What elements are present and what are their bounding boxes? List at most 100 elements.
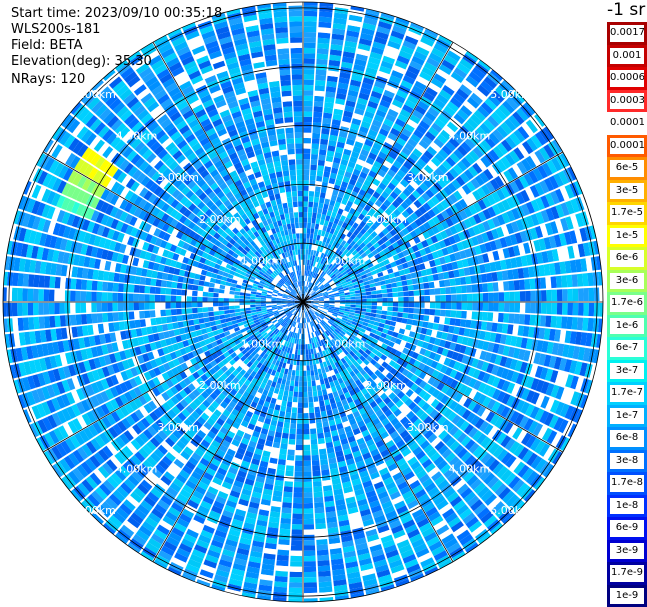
range-gate-cell [177, 321, 184, 328]
range-gate-cell [277, 464, 286, 471]
range-gate-cell [514, 302, 521, 313]
range-gate-cell [350, 299, 356, 302]
range-gate-cell [454, 318, 461, 327]
range-gate-cell [440, 295, 446, 302]
range-gate-cell [303, 148, 311, 154]
range-gate-cell [299, 328, 302, 334]
range-gate-cell [313, 111, 323, 118]
range-gate-cell [322, 117, 332, 125]
range-gate-cell [492, 312, 499, 322]
range-gate-cell [382, 306, 388, 311]
range-gate-cell [299, 333, 302, 339]
range-gate-cell [366, 302, 372, 306]
range-gate-cell [319, 192, 326, 199]
range-gate-cell [303, 386, 308, 392]
range-gate-cell [295, 370, 300, 376]
range-gate-cell [276, 469, 285, 476]
range-gate-cell [530, 290, 536, 302]
range-gate-cell [293, 487, 303, 493]
range-gate-cell [318, 16, 332, 23]
range-gate-cell [214, 315, 221, 321]
range-gate-cell [466, 302, 473, 311]
range-gate-cell [303, 100, 313, 107]
range-gate-cell [308, 402, 314, 408]
range-gate-cell [493, 292, 499, 302]
range-gate-cell [290, 545, 303, 551]
range-gate-cell [315, 186, 321, 193]
range-gate-cell [304, 21, 317, 27]
range-gate-cell [320, 410, 327, 417]
range-gate-cell [208, 316, 215, 322]
range-gate-cell [401, 318, 408, 324]
range-gate-cell [310, 438, 318, 445]
range-gate-cell [187, 314, 194, 320]
range-gate-cell [296, 423, 303, 430]
range-gate-cell [398, 302, 404, 307]
range-gate-cell [451, 302, 457, 310]
range-gate-cell [316, 549, 329, 556]
range-gate-cell [285, 465, 294, 472]
range-gate-cell [281, 432, 289, 439]
range-gate-cell [218, 310, 225, 315]
range-gate-cell [350, 296, 356, 300]
range-gate-cell [313, 117, 322, 123]
range-gate-cell [307, 343, 311, 350]
range-gate-cell [391, 287, 398, 293]
range-gate-cell [387, 292, 393, 298]
range-gate-cell [298, 338, 301, 345]
range-gate-cell [588, 303, 595, 317]
range-gate-cell [245, 310, 252, 314]
range-gate-cell [297, 402, 303, 408]
range-gate-cell [292, 508, 303, 514]
range-gate-cell [309, 364, 314, 371]
range-gate-cell [322, 479, 332, 487]
range-gate-cell [319, 405, 326, 412]
range-gate-cell [307, 222, 311, 229]
range-gate-cell [303, 111, 313, 117]
range-gate-cell [311, 148, 319, 155]
range-gate-cell [139, 319, 146, 328]
range-gate-cell [303, 540, 315, 546]
range-gate-cell [305, 259, 308, 266]
range-gate-cell [482, 302, 489, 312]
range-gate-cell [314, 95, 324, 102]
range-gate-cell [320, 383, 326, 390]
range-gate-cell [376, 306, 383, 310]
range-gate-cell [295, 450, 303, 456]
range-gate-cell [303, 196, 309, 202]
range-gate-cell [229, 309, 235, 314]
range-gate-cell [382, 297, 388, 302]
range-gate-cell [555, 316, 562, 329]
range-gate-cell [291, 407, 298, 413]
range-gate-cell [304, 270, 307, 276]
range-gate-cell [407, 313, 414, 319]
range-gate-cell [385, 315, 392, 321]
range-gate-cell [408, 302, 415, 308]
range-gate-cell [279, 448, 287, 455]
range-gate-cell [497, 281, 504, 292]
range-gate-cell [199, 323, 206, 329]
range-gate-cell [561, 275, 568, 288]
range-gate-cell [220, 318, 227, 324]
range-gate-cell [365, 308, 372, 313]
range-gate-cell [503, 313, 510, 323]
range-gate-cell [303, 222, 307, 228]
range-gate-cell [303, 169, 310, 176]
range-gate-cell [384, 319, 391, 325]
range-gate-cell [292, 364, 297, 371]
range-gate-cell [308, 396, 314, 403]
range-gate-cell [324, 399, 330, 406]
range-gate-cell [402, 285, 409, 292]
range-gate-cell [176, 315, 183, 322]
range-gate-cell [282, 496, 293, 503]
range-gate-cell [145, 318, 152, 327]
range-gate-cell [503, 291, 510, 302]
range-gate-cell [588, 287, 595, 301]
range-gate-cell [307, 254, 311, 261]
range-gate-cell [319, 400, 325, 407]
range-gate-cell [545, 276, 552, 289]
range-gate-cell [305, 249, 309, 255]
range-gate-cell [304, 577, 317, 583]
range-gate-cell [311, 460, 320, 466]
range-gate-cell [284, 368, 289, 375]
